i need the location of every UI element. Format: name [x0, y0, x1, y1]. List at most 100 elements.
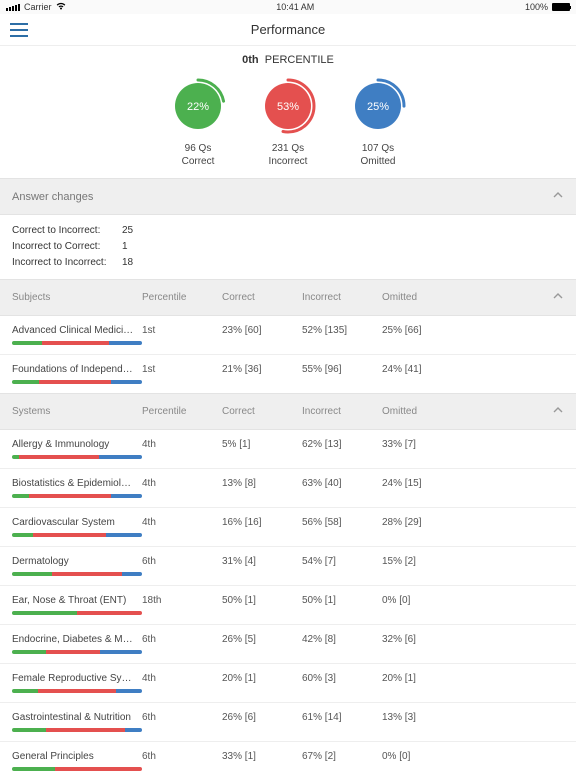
row-percentile: 4th: [142, 517, 222, 528]
row-percentile: 4th: [142, 478, 222, 489]
row-name: Female Reproductive System ...: [12, 673, 142, 684]
col-head-incorrect: Incorrect: [302, 406, 382, 417]
table-row[interactable]: Dermatology 6th 31% [4] 54% [7] 15% [2]: [0, 547, 576, 586]
section-title: Answer changes: [12, 191, 93, 203]
row-bar: [12, 572, 142, 576]
row-name: Advanced Clinical Medicine: [12, 325, 142, 336]
col-head-correct: Correct: [222, 406, 302, 417]
col-head-percentile: Percentile: [142, 406, 222, 417]
row-incorrect: 54% [7]: [302, 556, 382, 567]
section-title: Subjects: [12, 292, 142, 303]
col-head-omitted: Omitted: [382, 406, 462, 417]
row-correct: 13% [8]: [222, 478, 302, 489]
row-percentile: 1st: [142, 364, 222, 375]
section-header-systems[interactable]: Systems Percentile Correct Incorrect Omi…: [0, 393, 576, 430]
row-incorrect: 56% [58]: [302, 517, 382, 528]
row-omitted: 28% [29]: [382, 517, 462, 528]
row-omitted: 32% [6]: [382, 634, 462, 645]
col-head-correct: Correct: [222, 292, 302, 303]
gauge-label: 231 QsIncorrect: [269, 142, 308, 168]
row-name: Ear, Nose & Throat (ENT): [12, 595, 142, 606]
row-bar: [12, 689, 142, 693]
nav-bar: Performance: [0, 14, 576, 46]
gauge-label: 107 QsOmitted: [360, 142, 395, 168]
status-bar: Carrier 10:41 AM 100%: [0, 0, 576, 14]
table-row[interactable]: Endocrine, Diabetes & Metab... 6th 26% […: [0, 625, 576, 664]
signal-icon: [6, 4, 20, 11]
row-omitted: 13% [3]: [382, 712, 462, 723]
row-correct: 21% [36]: [222, 364, 302, 375]
row-correct: 26% [5]: [222, 634, 302, 645]
row-bar: [12, 341, 142, 345]
row-omitted: 0% [0]: [382, 595, 462, 606]
row-incorrect: 55% [96]: [302, 364, 382, 375]
subjects-list: Advanced Clinical Medicine 1st 23% [60] …: [0, 316, 576, 384]
col-head-omitted: Omitted: [382, 292, 462, 303]
row-percentile: 4th: [142, 439, 222, 450]
page-title: Performance: [251, 22, 325, 37]
table-row[interactable]: Ear, Nose & Throat (ENT) 18th 50% [1] 50…: [0, 586, 576, 625]
row-bar: [12, 533, 142, 537]
row-percentile: 6th: [142, 556, 222, 567]
chevron-up-icon: [552, 189, 564, 204]
row-omitted: 24% [15]: [382, 478, 462, 489]
answer-changes-body: Correct to Incorrect:25Incorrect to Corr…: [0, 215, 576, 279]
table-row[interactable]: Female Reproductive System ... 4th 20% […: [0, 664, 576, 703]
svg-text:22%: 22%: [187, 101, 209, 113]
row-incorrect: 63% [40]: [302, 478, 382, 489]
row-omitted: 15% [2]: [382, 556, 462, 567]
chevron-up-icon: [552, 404, 564, 419]
row-omitted: 33% [7]: [382, 439, 462, 450]
table-row[interactable]: Advanced Clinical Medicine 1st 23% [60] …: [0, 316, 576, 355]
table-row[interactable]: Gastrointestinal & Nutrition 6th 26% [6]…: [0, 703, 576, 742]
row-omitted: 25% [66]: [382, 325, 462, 336]
percentile-value: 0th: [242, 54, 259, 66]
percentile-label: PERCENTILE: [265, 54, 334, 66]
col-head-percentile: Percentile: [142, 292, 222, 303]
row-percentile: 1st: [142, 325, 222, 336]
clock-label: 10:41 AM: [276, 2, 314, 12]
row-correct: 26% [6]: [222, 712, 302, 723]
row-correct: 33% [1]: [222, 751, 302, 762]
row-incorrect: 60% [3]: [302, 673, 382, 684]
answer-change-row: Incorrect to Correct:1: [12, 239, 564, 255]
table-row[interactable]: Cardiovascular System 4th 16% [16] 56% […: [0, 508, 576, 547]
row-correct: 23% [60]: [222, 325, 302, 336]
row-name: Dermatology: [12, 556, 142, 567]
row-incorrect: 62% [13]: [302, 439, 382, 450]
row-name: Gastrointestinal & Nutrition: [12, 712, 142, 723]
row-correct: 5% [1]: [222, 439, 302, 450]
svg-text:53%: 53%: [277, 101, 299, 113]
row-name: Biostatistics & Epidemiology: [12, 478, 142, 489]
gauges-row: 22% 96 QsCorrect 53% 231 QsIncorrect 25%…: [0, 70, 576, 178]
row-incorrect: 52% [135]: [302, 325, 382, 336]
answer-change-row: Correct to Incorrect:25: [12, 223, 564, 239]
chevron-up-icon: [552, 290, 564, 305]
row-percentile: 6th: [142, 712, 222, 723]
row-correct: 50% [1]: [222, 595, 302, 606]
menu-icon[interactable]: [10, 23, 28, 37]
col-head-incorrect: Incorrect: [302, 292, 382, 303]
row-incorrect: 61% [14]: [302, 712, 382, 723]
table-row[interactable]: Allergy & Immunology 4th 5% [1] 62% [13]…: [0, 430, 576, 469]
table-row[interactable]: General Principles 6th 33% [1] 67% [2] 0…: [0, 742, 576, 771]
row-name: General Principles: [12, 751, 142, 762]
answer-change-row: Incorrect to Incorrect:18: [12, 255, 564, 271]
battery-icon: [552, 3, 570, 11]
wifi-icon: [56, 2, 66, 12]
row-incorrect: 67% [2]: [302, 751, 382, 762]
row-bar: [12, 494, 142, 498]
section-header-answer-changes[interactable]: Answer changes: [0, 178, 576, 215]
gauge-label: 96 QsCorrect: [182, 142, 215, 168]
row-bar: [12, 380, 142, 384]
section-header-subjects[interactable]: Subjects Percentile Correct Incorrect Om…: [0, 279, 576, 316]
gauge: 25% 107 QsOmitted: [348, 76, 408, 168]
table-row[interactable]: Foundations of Independent ... 1st 21% […: [0, 355, 576, 384]
svg-text:25%: 25%: [367, 101, 389, 113]
row-bar: [12, 455, 142, 459]
row-name: Foundations of Independent ...: [12, 364, 142, 375]
row-correct: 31% [4]: [222, 556, 302, 567]
gauge: 22% 96 QsCorrect: [168, 76, 228, 168]
gauge: 53% 231 QsIncorrect: [258, 76, 318, 168]
table-row[interactable]: Biostatistics & Epidemiology 4th 13% [8]…: [0, 469, 576, 508]
